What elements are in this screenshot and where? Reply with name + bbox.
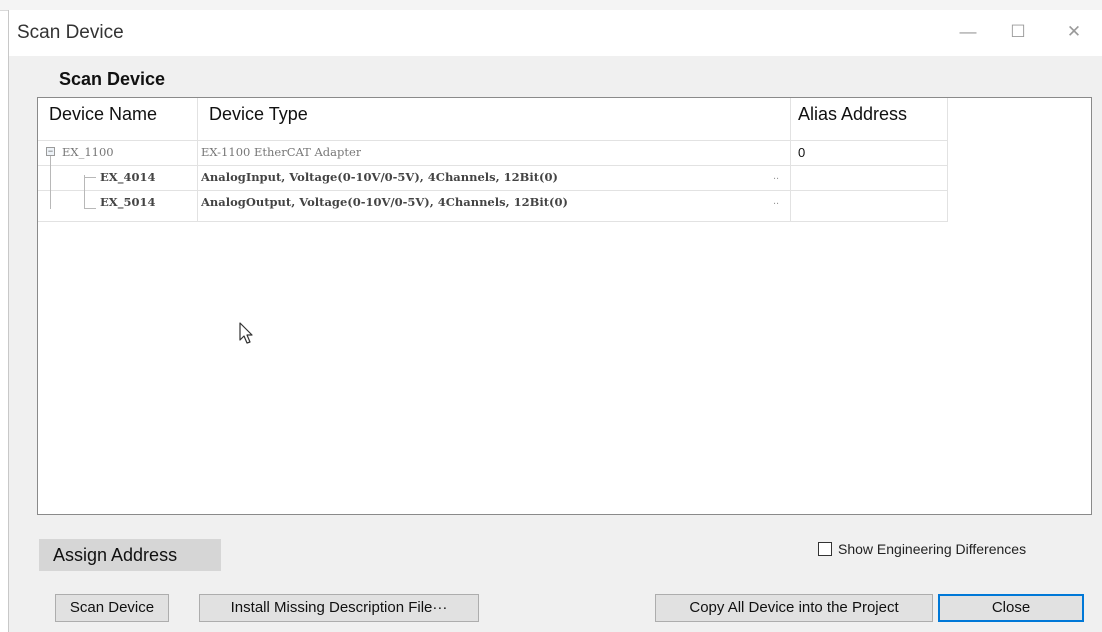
maximize-icon[interactable]: ☐ [1003, 18, 1033, 46]
table-row[interactable]: − EX_1100 EX-1100 EtherCAT Adapter 0 [38, 140, 948, 165]
install-missing-description-file-button[interactable]: Install Missing Description File··· [199, 594, 479, 622]
table-row[interactable]: EX_5014 AnalogOutput, Voltage(0-10V/0-5V… [38, 190, 948, 215]
close-button[interactable]: Close [938, 594, 1084, 622]
device-type-browse-button[interactable]: .. [765, 194, 787, 210]
device-list[interactable]: Device Name Device Type Alias Address − … [37, 97, 1092, 515]
column-header-device-name[interactable]: Device Name [38, 98, 195, 130]
title-bar: Scan Device — ☐ ✕ [9, 10, 1102, 56]
device-name: EX_1100 [62, 145, 114, 159]
show-engineering-differences-checkbox[interactable]: Show Engineering Differences [818, 540, 1026, 558]
close-icon[interactable]: ✕ [1059, 18, 1089, 46]
device-name: EX_4014 [100, 170, 156, 184]
device-type: AnalogInput, Voltage(0-10V/0-5V), 4Chann… [201, 170, 558, 184]
table-row[interactable]: EX_4014 AnalogInput, Voltage(0-10V/0-5V)… [38, 165, 948, 190]
checkbox-box[interactable] [818, 542, 832, 556]
checkbox-label: Show Engineering Differences [838, 541, 1027, 557]
column-header-alias-address[interactable]: Alias Address [787, 98, 947, 130]
grid-line [38, 221, 948, 222]
mouse-cursor-icon [239, 322, 253, 344]
column-header-device-type[interactable]: Device Type [198, 98, 788, 130]
copy-all-device-button[interactable]: Copy All Device into the Project [655, 594, 933, 622]
scan-device-button[interactable]: Scan Device [55, 594, 169, 622]
device-type: AnalogOutput, Voltage(0-10V/0-5V), 4Chan… [201, 195, 568, 209]
alias-address[interactable]: 0 [798, 140, 805, 165]
device-name: EX_5014 [100, 195, 156, 209]
device-type-browse-button[interactable]: .. [765, 169, 787, 185]
group-title: Scan Device [59, 69, 166, 89]
assign-address-button[interactable]: Assign Address [39, 539, 221, 571]
collapse-icon[interactable]: − [46, 147, 55, 156]
device-type: EX-1100 EtherCAT Adapter [201, 145, 362, 159]
window-title: Scan Device [17, 22, 124, 43]
minimize-icon[interactable]: — [953, 18, 983, 46]
